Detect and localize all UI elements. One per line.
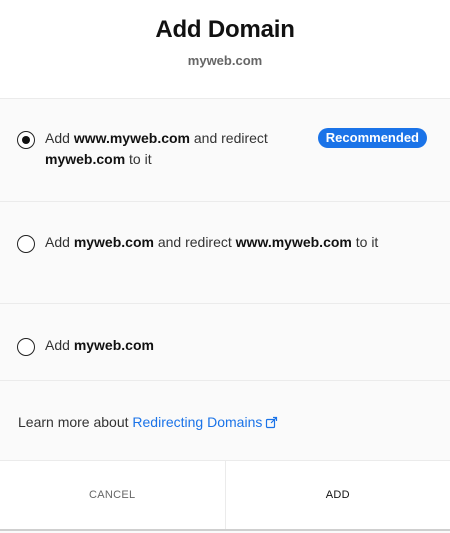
learn-more-row: Learn more about Redirecting Domains [0, 381, 450, 461]
add-button[interactable]: ADD [226, 461, 450, 529]
recommended-badge: Recommended [317, 128, 427, 148]
radio-selected[interactable] [17, 131, 35, 149]
option-add-www-redirect-root[interactable]: Add www.myweb.com and redirect myweb.com… [0, 99, 450, 202]
option-text: Add myweb.com and redirect www.myweb.com… [45, 234, 379, 250]
cancel-button[interactable]: CANCEL [0, 461, 226, 529]
option-add-root-redirect-www[interactable]: Add myweb.com and redirect www.myweb.com… [0, 202, 450, 304]
dialog-title: Add Domain [155, 16, 295, 43]
dialog-header: Add Domain myweb.com [0, 0, 450, 99]
redirecting-domains-link[interactable]: Redirecting Domains [132, 414, 278, 430]
radio-unselected[interactable] [17, 338, 35, 356]
dialog-subtitle: myweb.com [187, 53, 263, 68]
dialog-footer: CANCEL ADD [0, 461, 450, 531]
radio-unselected[interactable] [17, 235, 35, 253]
external-link-icon [265, 415, 278, 433]
option-add-root-only[interactable]: Add myweb.com [0, 304, 450, 381]
option-text: Add myweb.com [45, 337, 154, 353]
add-domain-dialog: Add Domain myweb.com Add www.myweb.com a… [0, 0, 450, 533]
option-text: Add www.myweb.com and redirect myweb.com… [45, 130, 268, 167]
learn-more-text: Learn more about [18, 414, 133, 430]
